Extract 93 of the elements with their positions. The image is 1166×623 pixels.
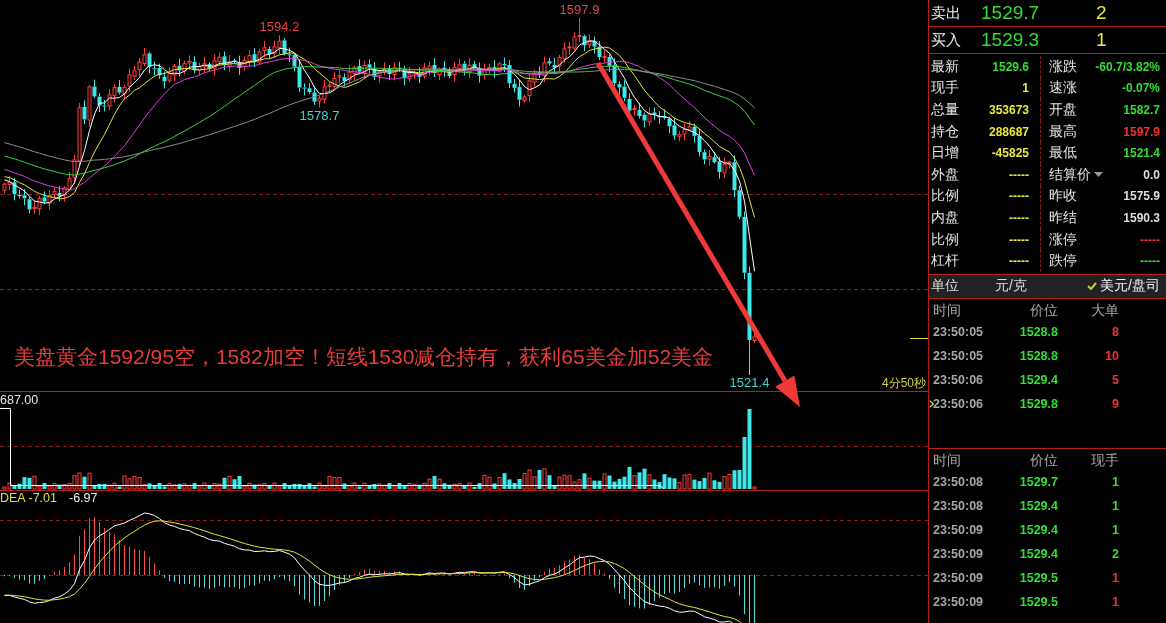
time-cell: 23:50:09 bbox=[933, 570, 984, 585]
volume-cell: 9 bbox=[1112, 396, 1119, 411]
volume-cell: 1 bbox=[1112, 522, 1119, 537]
stat-value: ----- bbox=[1009, 232, 1029, 247]
time-cell: 23:50:08 bbox=[933, 474, 984, 489]
price-cell: 1529.7 bbox=[1019, 474, 1058, 489]
stat-value: ----- bbox=[1140, 232, 1160, 247]
stat-label: 开盘 bbox=[1049, 101, 1077, 119]
stat-value: ----- bbox=[1009, 210, 1029, 225]
price-cell: 1528.8 bbox=[1019, 348, 1058, 363]
time-cell: 23:50:09 bbox=[933, 546, 984, 561]
unit-label: 单位 bbox=[931, 277, 960, 296]
stat-value: 288687 bbox=[988, 124, 1029, 139]
stat-label: 跌停 bbox=[1049, 252, 1077, 271]
volume-cell: 1 bbox=[1112, 498, 1119, 513]
volume-cell: 5 bbox=[1112, 372, 1119, 387]
column-header: 时间 bbox=[933, 301, 961, 320]
price-level-marker bbox=[909, 338, 928, 339]
stat-label: 涨停 bbox=[1049, 230, 1077, 249]
volume-cell: 1 bbox=[1112, 570, 1119, 585]
stat-label: 昨收 bbox=[1049, 187, 1077, 206]
volume-cell: 2 bbox=[1112, 546, 1119, 561]
volume-scale-label: 687.00 bbox=[0, 394, 39, 407]
stat-value: ----- bbox=[1009, 189, 1029, 204]
price-cell: 1529.4 bbox=[1019, 372, 1058, 387]
price-cell: 1529.8 bbox=[1019, 396, 1058, 411]
volume-cell: 1 bbox=[1112, 594, 1119, 609]
volume-cell: 1 bbox=[1112, 474, 1119, 489]
stat-value: ----- bbox=[1009, 254, 1029, 269]
column-header: 价位 bbox=[1030, 451, 1058, 470]
dea-label: DEA -7.01 bbox=[0, 491, 57, 505]
stat-value: 353673 bbox=[988, 103, 1029, 117]
column-header: 时间 bbox=[933, 451, 961, 470]
price-label: 1521.4 bbox=[729, 376, 770, 390]
quote-volume: 2 bbox=[1096, 2, 1107, 24]
stat-value: 1575.9 bbox=[1123, 189, 1160, 204]
dropdown-caret-icon[interactable] bbox=[1094, 172, 1103, 178]
time-cell: 23:50:08 bbox=[933, 498, 984, 513]
stat-label: 比例 bbox=[931, 187, 959, 206]
unit-option[interactable]: 元/克 bbox=[995, 277, 1027, 296]
stat-label: 涨跌 bbox=[1049, 57, 1077, 76]
stat-value: 1529.6 bbox=[992, 59, 1029, 74]
price-cell: 1529.5 bbox=[1019, 594, 1058, 609]
quote-label: 买入 bbox=[931, 30, 961, 50]
countdown-label: 4分50秒 bbox=[881, 376, 926, 390]
stat-label: 外盘 bbox=[931, 165, 959, 184]
stat-value: 1521.4 bbox=[1123, 146, 1160, 161]
stat-label: 昨结 bbox=[1049, 208, 1077, 227]
stat-value: 1590.3 bbox=[1123, 210, 1160, 225]
volume-cell: 8 bbox=[1112, 324, 1119, 339]
stat-label: 持仓 bbox=[931, 122, 959, 141]
stat-label: 内盘 bbox=[931, 208, 959, 227]
column-header: 大单 bbox=[1091, 301, 1119, 320]
unit-option[interactable]: 美元/盘司 bbox=[1087, 277, 1160, 296]
quote-price: 1529.3 bbox=[981, 29, 1040, 51]
price-cell: 1529.4 bbox=[1019, 498, 1058, 513]
stat-label: 比例 bbox=[931, 230, 959, 249]
stat-label: 最低 bbox=[1049, 144, 1077, 163]
stat-value: 1582.7 bbox=[1123, 103, 1160, 117]
stat-value: 1597.9 bbox=[1123, 124, 1160, 139]
stat-value: ----- bbox=[1009, 167, 1029, 182]
stat-label: 最新 bbox=[931, 57, 959, 76]
time-cell: 23:50:09 bbox=[933, 594, 984, 609]
price-cell: 1528.8 bbox=[1019, 324, 1058, 339]
stat-value: -60.7/3.82% bbox=[1095, 59, 1160, 74]
stat-label: 杠杆 bbox=[931, 252, 959, 271]
stat-value: 0.0 bbox=[1143, 167, 1160, 182]
stat-label: 日增 bbox=[931, 144, 959, 163]
time-cell: 23:50:05 bbox=[933, 348, 984, 363]
quote-volume: 1 bbox=[1096, 29, 1107, 51]
time-cell: 23:50:09 bbox=[933, 522, 984, 537]
column-header: 价位 bbox=[1030, 301, 1058, 320]
price-cell: 1529.4 bbox=[1019, 546, 1058, 561]
quote-label: 卖出 bbox=[931, 3, 961, 23]
volume-cell: 10 bbox=[1105, 348, 1119, 363]
stat-label: 结算价 bbox=[1049, 165, 1091, 184]
stat-label: 总量 bbox=[931, 101, 959, 119]
time-cell: 23:50:06 bbox=[933, 372, 984, 387]
stat-value: -45825 bbox=[991, 146, 1029, 161]
stat-label: 最高 bbox=[1049, 122, 1077, 141]
stat-label: 速涨 bbox=[1049, 79, 1077, 98]
price-cell: 1529.5 bbox=[1019, 570, 1058, 585]
stat-value: -0.07% bbox=[1121, 81, 1160, 96]
macd-value-label: -6.97 bbox=[69, 491, 98, 505]
quote-price: 1529.7 bbox=[981, 2, 1040, 24]
stat-value: 1 bbox=[1022, 81, 1029, 96]
time-cell: 23:50:05 bbox=[933, 324, 984, 339]
stat-label: 现手 bbox=[931, 79, 959, 98]
column-header: 现手 bbox=[1091, 451, 1119, 470]
time-cell: 23:50:06 bbox=[933, 396, 984, 411]
price-label: 1597.9 bbox=[559, 3, 600, 17]
stat-value: ----- bbox=[1140, 254, 1160, 269]
price-cell: 1529.4 bbox=[1019, 522, 1058, 537]
